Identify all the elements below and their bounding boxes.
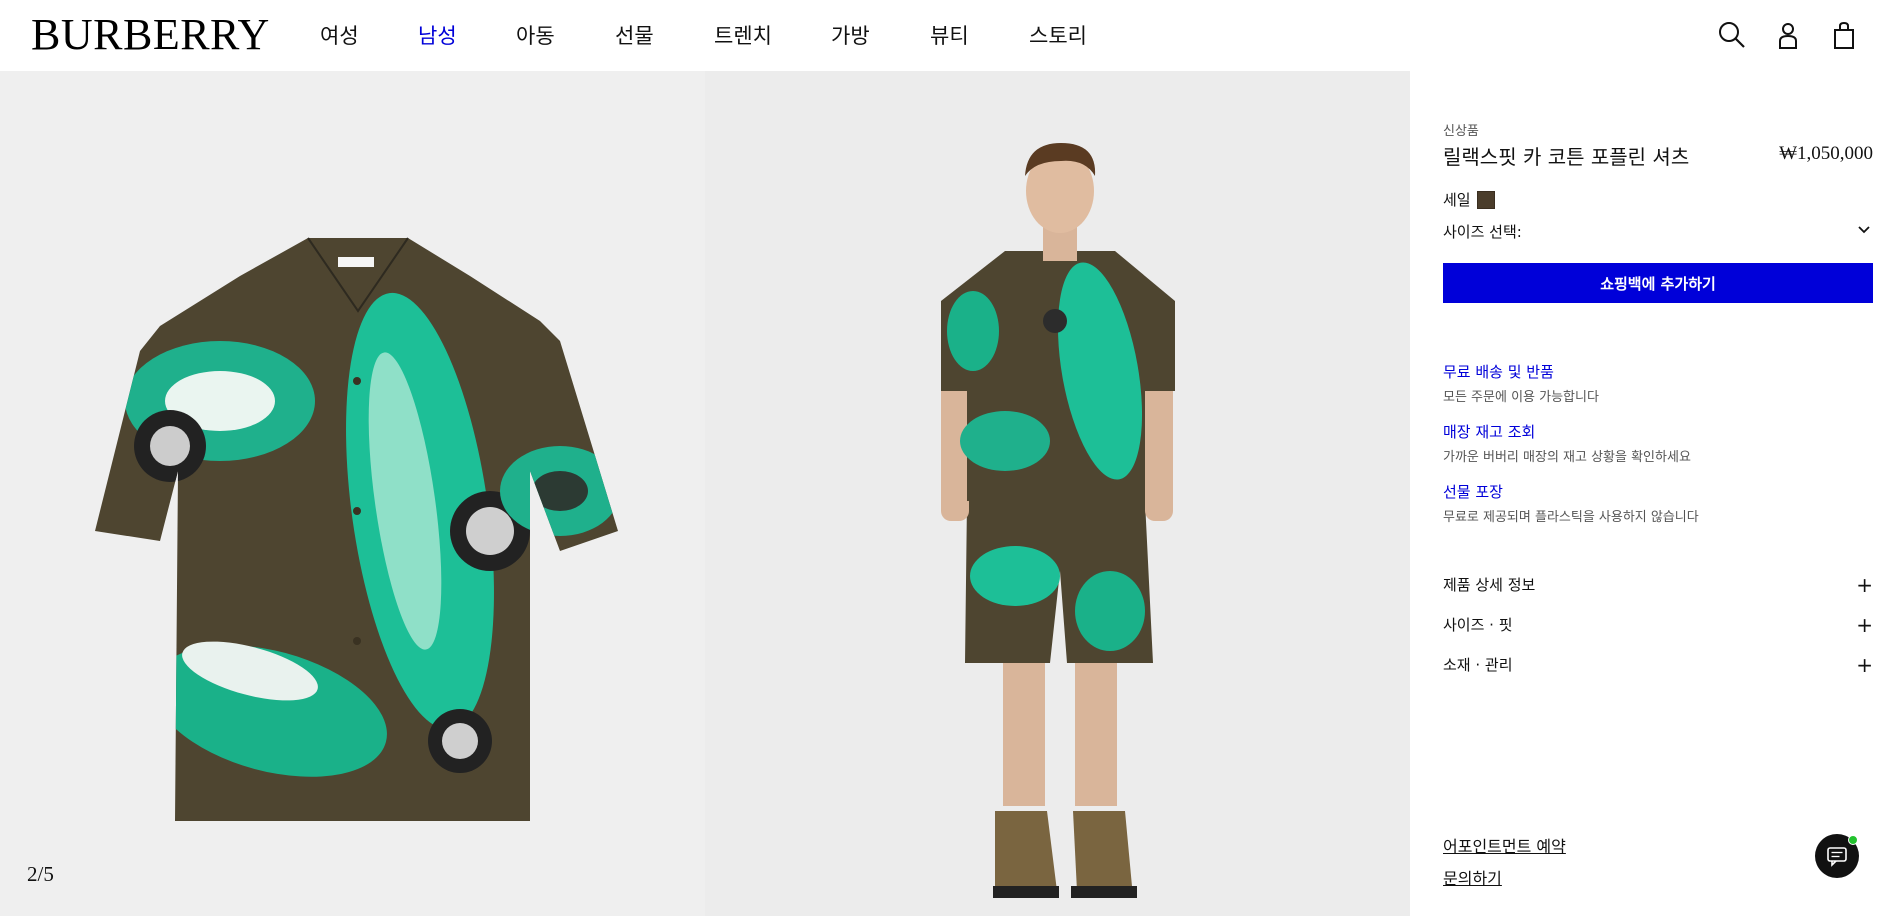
service-store-stock: 매장 재고 조회 가까운 버버리 매장의 재고 상황을 확인하세요 xyxy=(1443,421,1691,465)
nav-item-stories[interactable]: 스토리 xyxy=(1029,20,1087,50)
accordion-material-care[interactable]: 소재 · 관리 + xyxy=(1443,653,1873,677)
nav-item-beauty[interactable]: 뷰티 xyxy=(930,20,969,50)
nav-item-kids[interactable]: 아동 xyxy=(516,20,555,50)
contact-us-link[interactable]: 문의하기 xyxy=(1443,865,1502,889)
service-gift-wrap-desc: 무료로 제공되며 플라스틱을 사용하지 않습니다 xyxy=(1443,510,1699,525)
search-icon[interactable] xyxy=(1717,20,1747,50)
nav-item-gifts[interactable]: 선물 xyxy=(615,20,654,50)
product-info-panel: 신상품 릴랙스핏 카 코튼 포플린 셔츠 ₩1,050,000 세일 사이즈 선… xyxy=(1410,71,1887,916)
color-row: 세일 xyxy=(1443,189,1495,210)
new-arrival-tag: 신상품 xyxy=(1443,124,1479,139)
service-free-shipping-link[interactable]: 무료 배송 및 반품 xyxy=(1443,361,1599,382)
nav-item-bags[interactable]: 가방 xyxy=(831,20,870,50)
service-free-shipping-desc: 모든 주문에 이용 가능합니다 xyxy=(1443,390,1599,405)
accordion-product-details[interactable]: 제품 상세 정보 + xyxy=(1443,573,1873,597)
nav-item-trench[interactable]: 트렌치 xyxy=(714,20,772,50)
burberry-logo[interactable]: BURBERRY xyxy=(31,9,270,60)
accordion-material-care-label: 소재 · 관리 xyxy=(1443,656,1513,674)
nav-item-men[interactable]: 남성 xyxy=(418,20,457,50)
gallery-counter: 2/5 xyxy=(27,862,54,886)
accordion-product-details-label: 제품 상세 정보 xyxy=(1443,576,1536,594)
product-image-model[interactable] xyxy=(705,71,1410,916)
site-header: BURBERRY 여성 남성 아동 선물 트렌치 가방 뷰티 스토리 xyxy=(0,0,1887,71)
color-swatch[interactable] xyxy=(1476,190,1495,209)
add-to-bag-button[interactable]: 쇼핑백에 추가하기 xyxy=(1443,263,1873,303)
service-free-shipping: 무료 배송 및 반품 모든 주문에 이용 가능합니다 xyxy=(1443,361,1599,405)
book-appointment-link[interactable]: 어포인트먼트 예약 xyxy=(1443,833,1566,857)
product-price: ₩1,050,000 xyxy=(1779,143,1873,164)
service-gift-wrap: 선물 포장 무료로 제공되며 플라스틱을 사용하지 않습니다 xyxy=(1443,481,1699,525)
size-selector[interactable]: 사이즈 선택: xyxy=(1443,221,1873,242)
shopping-bag-icon[interactable] xyxy=(1829,20,1859,50)
size-selector-label: 사이즈 선택: xyxy=(1443,223,1522,241)
account-icon[interactable] xyxy=(1773,20,1803,50)
color-label: 세일 xyxy=(1443,191,1471,209)
chat-button[interactable] xyxy=(1815,834,1859,878)
product-image-shirt[interactable] xyxy=(0,71,705,916)
service-gift-wrap-link[interactable]: 선물 포장 xyxy=(1443,481,1699,502)
service-store-stock-desc: 가까운 버버리 매장의 재고 상황을 확인하세요 xyxy=(1443,450,1691,465)
nav-item-women[interactable]: 여성 xyxy=(320,20,359,50)
accordion-size-fit[interactable]: 사이즈 · 핏 + xyxy=(1443,613,1873,637)
online-status-dot xyxy=(1848,835,1858,845)
accordion-size-fit-label: 사이즈 · 핏 xyxy=(1443,616,1513,634)
chevron-down-icon xyxy=(1857,223,1871,237)
product-title: 릴랙스핏 카 코튼 포플린 셔츠 xyxy=(1443,145,1690,169)
plus-icon: + xyxy=(1856,613,1873,637)
service-store-stock-link[interactable]: 매장 재고 조회 xyxy=(1443,421,1691,442)
plus-icon: + xyxy=(1856,653,1873,677)
plus-icon: + xyxy=(1856,573,1873,597)
